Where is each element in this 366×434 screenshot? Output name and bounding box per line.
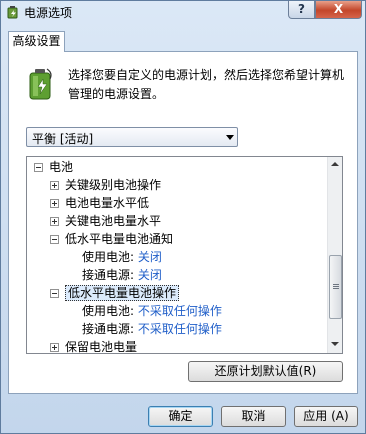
setting-row-on-battery[interactable]: 使用电池: 关闭 bbox=[82, 249, 162, 266]
tree-node-label: 低水平电量电池通知 bbox=[65, 232, 174, 246]
help-button[interactable]: ? bbox=[288, 1, 315, 19]
settings-tree[interactable]: 电池 关键级别电池操作 电池电量水平低 关键电池电量水平 低水平电量电池通知 使… bbox=[26, 156, 343, 354]
setting-row-on-battery[interactable]: 使用电池: 不采取任何操作 bbox=[82, 303, 222, 320]
tree-node-label: 电池电量水平低 bbox=[65, 196, 150, 210]
tree-node-label: 电池 bbox=[49, 160, 74, 174]
grip-line bbox=[333, 286, 339, 287]
setting-label: 接通电源: bbox=[82, 322, 135, 336]
setting-row-plugged-in[interactable]: 接通电源: 关闭 bbox=[82, 267, 162, 284]
description-text: 选择您要自定义的电源计划，然后选择您希望计算机管理的电源设置。 bbox=[68, 68, 345, 101]
scroll-up-icon[interactable] bbox=[331, 162, 339, 166]
setting-value-link[interactable]: 关闭 bbox=[138, 250, 162, 264]
apply-button[interactable]: 应用 (A) bbox=[294, 406, 358, 427]
tree-node-battery[interactable]: 电池 bbox=[34, 159, 73, 176]
setting-value-link[interactable]: 不采取任何操作 bbox=[138, 322, 222, 336]
tree-node-critical-battery-action[interactable]: 关键级别电池操作 bbox=[50, 177, 161, 194]
tree-node-low-battery-action[interactable]: 低水平电量电池操作 bbox=[50, 285, 180, 302]
power-plan-selected-value: 平衡 [活动] bbox=[32, 132, 94, 146]
setting-row-plugged-in[interactable]: 接通电源: 不采取任何操作 bbox=[82, 321, 222, 338]
close-button[interactable]: X bbox=[315, 1, 362, 19]
tree-node-label-selected: 低水平电量电池操作 bbox=[65, 285, 180, 301]
battery-icon bbox=[29, 68, 52, 100]
setting-label: 接通电源: bbox=[82, 268, 135, 282]
power-options-icon bbox=[7, 6, 18, 19]
vertical-scrollbar[interactable] bbox=[327, 157, 342, 353]
tree-node-label: 保留电池电量 bbox=[65, 340, 138, 354]
scrollbar-thumb[interactable] bbox=[329, 255, 342, 319]
restore-defaults-button[interactable]: 还原计划默认值(R) bbox=[188, 361, 343, 382]
setting-label: 使用电池: bbox=[82, 250, 135, 264]
window-title: 电源选项 bbox=[24, 6, 73, 20]
title-bar[interactable]: 电源选项 ? X bbox=[1, 1, 365, 23]
grip-line bbox=[333, 284, 339, 285]
collapse-icon[interactable] bbox=[50, 289, 59, 298]
power-plan-select[interactable]: 平衡 [活动] bbox=[26, 127, 238, 147]
collapse-icon[interactable] bbox=[50, 235, 59, 244]
tree-node-label: 关键电池电量水平 bbox=[65, 214, 162, 228]
tab-advanced-settings[interactable]: 高级设置 bbox=[8, 31, 65, 52]
tree-node-low-battery-level[interactable]: 电池电量水平低 bbox=[50, 195, 149, 212]
grip-line bbox=[333, 288, 339, 289]
ok-button[interactable]: 确定 bbox=[148, 406, 213, 427]
tree-node-label: 关键级别电池操作 bbox=[65, 178, 162, 192]
scroll-down-icon[interactable] bbox=[331, 342, 339, 346]
setting-value-link[interactable]: 关闭 bbox=[138, 268, 162, 282]
expand-icon[interactable] bbox=[50, 199, 59, 208]
tree-node-critical-battery-level[interactable]: 关键电池电量水平 bbox=[50, 213, 161, 230]
collapse-icon[interactable] bbox=[34, 163, 43, 172]
tree-node-low-battery-notification[interactable]: 低水平电量电池通知 bbox=[50, 231, 173, 248]
power-options-dialog: 电源选项 ? X 高级设置 选择您要自定义的电源计划，然后选择您希望计算机管理的… bbox=[0, 0, 366, 434]
expand-icon[interactable] bbox=[50, 343, 59, 352]
cancel-button[interactable]: 取消 bbox=[221, 406, 286, 427]
combo-arrow-icon[interactable] bbox=[226, 135, 234, 140]
expand-icon[interactable] bbox=[50, 217, 59, 226]
expand-icon[interactable] bbox=[50, 181, 59, 190]
setting-value-link[interactable]: 不采取任何操作 bbox=[138, 304, 222, 318]
tree-node-reserve-battery-level[interactable]: 保留电池电量 bbox=[50, 339, 138, 354]
setting-label: 使用电池: bbox=[82, 304, 135, 318]
